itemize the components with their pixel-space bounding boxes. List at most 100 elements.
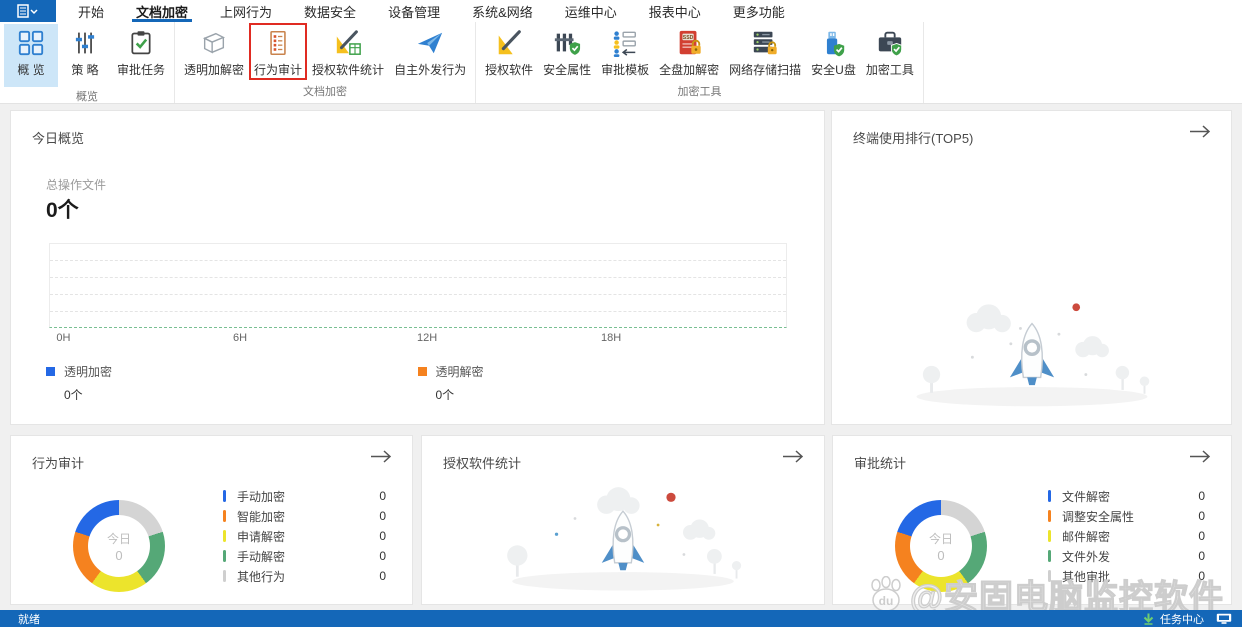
arrow-right-icon[interactable]	[782, 450, 804, 468]
ribbon-button-behavior-audit[interactable]: 行为审计	[249, 23, 308, 81]
legend-marker	[223, 530, 226, 542]
ribbon-group-label: 文档加密	[303, 86, 348, 98]
legend-value: 0	[379, 569, 386, 583]
ribbon-button-label: 授权软件	[485, 63, 534, 77]
tab-report-center[interactable]: 报表中心	[633, 0, 717, 22]
chart-legend: 透明加密 0个 透明解密 0个	[46, 363, 789, 403]
donut-center-value: 0	[115, 547, 123, 563]
tab-data-security[interactable]: 数据安全	[288, 0, 372, 22]
legend-marker	[1048, 550, 1051, 562]
status-ready-text: 就绪	[18, 613, 40, 626]
ribbon-button-label: 安全属性	[543, 63, 592, 77]
legend-value: 0	[1198, 489, 1205, 503]
legend-marker	[1048, 490, 1051, 502]
behavior-donut-chart: 今日 0	[73, 500, 165, 592]
ribbon-button-label: 加密工具	[865, 63, 914, 77]
legend-value: 0	[1198, 529, 1205, 543]
legend-item: 文件解密 0	[1048, 486, 1205, 506]
ribbon-group-label: 加密工具	[677, 86, 722, 98]
ribbon-toolbar: 概 览 策 略 审批任务 概览 透明加解密 行为审计 授权软件统计 自主外发行为…	[0, 22, 1242, 104]
ribbon-button-network-scan[interactable]: 网络存储扫描	[724, 24, 806, 81]
ribbon-button-label: 自主外发行为	[394, 63, 467, 77]
legend-label: 申请解密	[237, 529, 286, 544]
legend-item: 申请解密 0	[223, 526, 386, 546]
empty-state-rocket-illustration	[882, 288, 1182, 418]
cube-icon	[199, 28, 229, 58]
card-terminal-rank: 终端使用排行(TOP5)	[831, 110, 1232, 425]
legend-label: 邮件解密	[1062, 529, 1111, 544]
x-tick: 12H	[417, 332, 438, 344]
ribbon-group-encrypt-tools: 授权软件 安全属性 审批模板 SSD 全盘加解密 网络存储扫描 安全U盘 加密工…	[476, 22, 924, 103]
card-title: 今日概览	[32, 131, 85, 146]
ribbon-button-self-outgoing[interactable]: 自主外发行为	[389, 24, 471, 81]
tab-ops-center[interactable]: 运维中心	[549, 0, 633, 22]
monitor-icon[interactable]	[1216, 613, 1232, 625]
x-tick: 18H	[601, 332, 622, 344]
paper-plane-icon	[415, 28, 445, 58]
x-axis-ticks: 0H 6H 12H 18H	[49, 332, 785, 346]
legend-item: 调整安全属性 0	[1048, 506, 1205, 526]
legend-label: 手动解密	[237, 549, 286, 564]
ribbon-button-approval-tasks[interactable]: 审批任务	[112, 24, 170, 81]
donut-center: 今日 0	[910, 515, 972, 577]
ribbon-button-security-attr[interactable]: 安全属性	[538, 24, 596, 81]
legend-label: 其他行为	[237, 569, 286, 584]
x-tick: 0H	[56, 332, 71, 344]
ribbon-button-transparent-crypt[interactable]: 透明加解密	[179, 24, 249, 81]
ribbon-button-label: 概 览	[17, 63, 45, 77]
toolbox-shield-icon	[875, 28, 905, 58]
audit-document-icon	[263, 28, 293, 58]
ribbon-button-software-stats[interactable]: 授权软件统计	[307, 24, 389, 81]
legend-item: 文件外发 0	[1048, 546, 1205, 566]
ruler-pencil-icon	[494, 28, 524, 58]
ribbon-button-policy[interactable]: 策 略	[58, 24, 112, 81]
ribbon-button-approval-template[interactable]: 审批模板	[596, 24, 654, 81]
donut-center-label: 今日	[928, 531, 953, 546]
task-center-button[interactable]: 任务中心	[1160, 611, 1204, 627]
arrow-right-icon[interactable]	[370, 450, 392, 468]
card-behavior-audit: 行为审计 今日 0 手动加密 0 智能加密 0 申请解密 0 手动解密 0 其他行为 0	[10, 435, 413, 605]
metric-label: 总操作文件	[46, 178, 107, 192]
tab-start[interactable]: 开始	[62, 0, 120, 22]
legend-marker	[223, 550, 226, 562]
status-bar: 就绪 任务中心	[0, 610, 1242, 627]
card-approval-stats: 审批统计 今日 0 文件解密 0 调整安全属性 0 邮件解密 0 文件外发 0 其他审批…	[832, 435, 1232, 605]
ruler-pencil-table-icon	[333, 28, 363, 58]
ribbon-group-overview: 概 览 策 略 审批任务 概览	[0, 22, 176, 103]
ribbon-button-fulldisk-crypt[interactable]: SSD 全盘加解密	[654, 24, 724, 81]
ribbon-button-licensed-software[interactable]: 授权软件	[480, 24, 538, 81]
ribbon-button-label: 网络存储扫描	[729, 63, 802, 77]
ribbon-button-secure-usb[interactable]: 安全U盘	[806, 24, 861, 81]
tab-doc-encrypt[interactable]: 文档加密	[120, 0, 204, 22]
app-menu-button[interactable]	[0, 0, 56, 22]
tab-web-behavior[interactable]: 上网行为	[204, 0, 288, 22]
legend-label: 智能加密	[237, 509, 286, 524]
tab-more-features[interactable]: 更多功能	[717, 0, 801, 22]
legend-marker	[1048, 530, 1051, 542]
donut-center-value: 0	[937, 547, 945, 563]
x-tick: 6H	[233, 332, 248, 344]
empty-state-rocket-illustration	[478, 477, 768, 602]
ribbon-button-label: 安全U盘	[811, 63, 856, 77]
tab-device-mgmt[interactable]: 设备管理	[372, 0, 456, 22]
ribbon-button-label: 授权软件统计	[312, 63, 385, 77]
legend-value: 0个	[64, 388, 83, 402]
ribbon-button-overview[interactable]: 概 览	[4, 24, 58, 87]
ribbon-button-crypt-tools[interactable]: 加密工具	[861, 24, 919, 81]
arrow-right-icon[interactable]	[1189, 125, 1211, 143]
legend-label: 文件解密	[1062, 489, 1111, 504]
legend-marker	[46, 367, 55, 376]
legend-label: 其他审批	[1062, 569, 1111, 584]
legend-marker	[223, 570, 226, 582]
ribbon-button-label: 审批任务	[117, 63, 166, 77]
tab-system-network[interactable]: 系统&网络	[456, 0, 549, 22]
legend-value: 0	[379, 529, 386, 543]
legend-item: 其他审批 0	[1048, 566, 1205, 586]
card-title: 审批统计	[854, 456, 907, 471]
app-menu-icon	[17, 4, 38, 18]
card-title: 行为审计	[32, 456, 85, 471]
approval-tasks-icon	[126, 28, 156, 58]
download-arrow-icon	[1143, 613, 1154, 625]
ribbon-group-doc-encrypt: 透明加解密 行为审计 授权软件统计 自主外发行为 文档加密	[175, 22, 477, 103]
arrow-right-icon[interactable]	[1189, 450, 1211, 468]
